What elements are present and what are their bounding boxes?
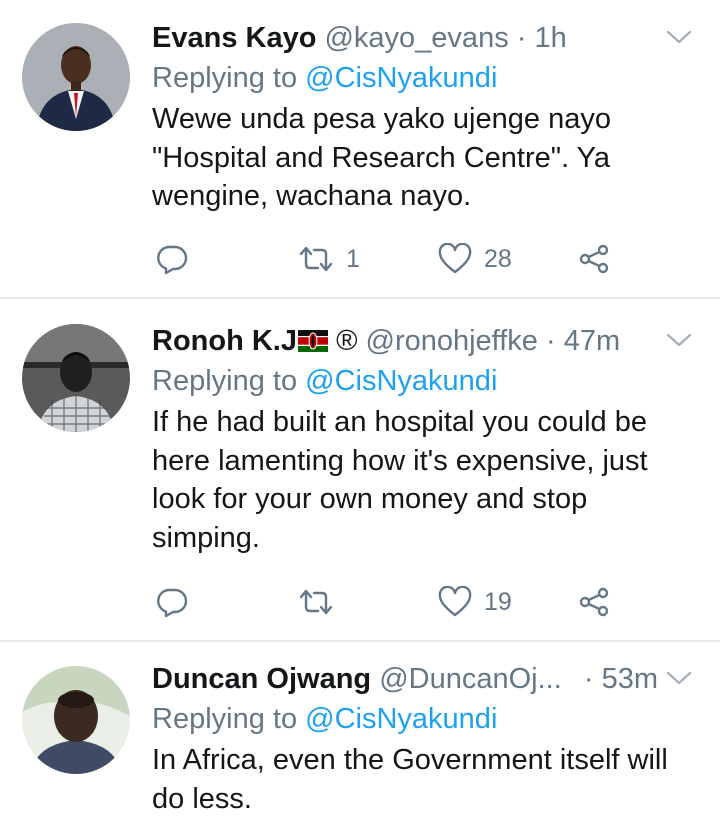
tweet-text: Wewe unda pesa yako ujenge nayo "Hospita… [152,103,611,212]
replying-to-line: Replying to @CisNyakundi [152,58,700,98]
timestamp[interactable]: 47m [564,325,620,357]
separator-dot: · [516,22,527,54]
retweet-icon [299,246,333,272]
user-handle[interactable]: @kayo_evans [324,22,508,54]
avatar-photo [22,324,130,432]
retweet-count: 1 [346,245,360,273]
avatar[interactable] [22,324,130,432]
display-name[interactable]: Ronoh K.J [152,325,297,357]
tweet-card[interactable]: Ronoh K.J ® @ronohjeffke · 47m Replying … [0,299,720,640]
timestamp[interactable]: 53m [602,663,658,695]
timestamp[interactable]: 1h [535,22,567,54]
reply-icon [157,245,188,275]
tweet-text: If he had built an hospital you could be… [152,406,648,554]
user-handle[interactable]: @ronohjeffke [366,325,538,357]
avatar-photo [22,666,130,774]
tweet-actions: 1 28 [152,239,672,279]
avatar-photo [22,23,130,131]
reply-button[interactable] [156,582,188,622]
chevron-down-icon[interactable] [666,331,692,349]
tweet-card[interactable]: Evans Kayo @kayo_evans · 1h Replying to … [0,0,720,297]
retweet-icon [299,589,333,615]
heart-icon [438,243,472,274]
avatar[interactable] [22,666,130,774]
reply-icon [157,588,188,618]
mention-link[interactable]: @CisNyakundi [305,703,497,735]
tweet-card[interactable]: Duncan Ojwang @DuncanOj... · 53m Replyin… [0,642,720,816]
replying-to-label: Replying to [152,703,298,735]
chevron-down-icon[interactable] [666,28,692,46]
like-count: 28 [484,245,512,273]
tweet-text: In Africa, even the Government itself wi… [152,744,668,815]
avatar[interactable] [22,23,130,131]
like-button[interactable]: 28 [438,239,512,279]
heart-icon [438,586,472,617]
display-name[interactable]: Evans Kayo [152,22,316,54]
separator-dot: · [545,325,556,357]
registered-mark: ® [336,325,358,357]
retweet-button[interactable]: 1 [298,239,360,279]
mention-link[interactable]: @CisNyakundi [305,62,497,94]
replying-to-label: Replying to [152,62,298,94]
share-button[interactable] [578,239,610,279]
replying-to-line: Replying to @CisNyakundi [152,699,700,739]
share-icon [579,244,609,274]
like-count: 19 [484,588,512,616]
reply-button[interactable] [156,239,188,279]
kenya-flag-icon [298,330,328,352]
user-handle[interactable]: @DuncanOj... [379,663,562,695]
replying-to-label: Replying to [152,365,298,397]
share-icon [579,587,609,617]
separator-dot: · [583,663,594,695]
display-name[interactable]: Duncan Ojwang [152,663,371,695]
share-button[interactable] [578,582,610,622]
tweet-actions: 19 [152,582,672,622]
mention-link[interactable]: @CisNyakundi [305,365,497,397]
retweet-button[interactable] [298,582,346,622]
like-button[interactable]: 19 [438,582,512,622]
replying-to-line: Replying to @CisNyakundi [152,361,700,401]
chevron-down-icon[interactable] [666,669,692,687]
